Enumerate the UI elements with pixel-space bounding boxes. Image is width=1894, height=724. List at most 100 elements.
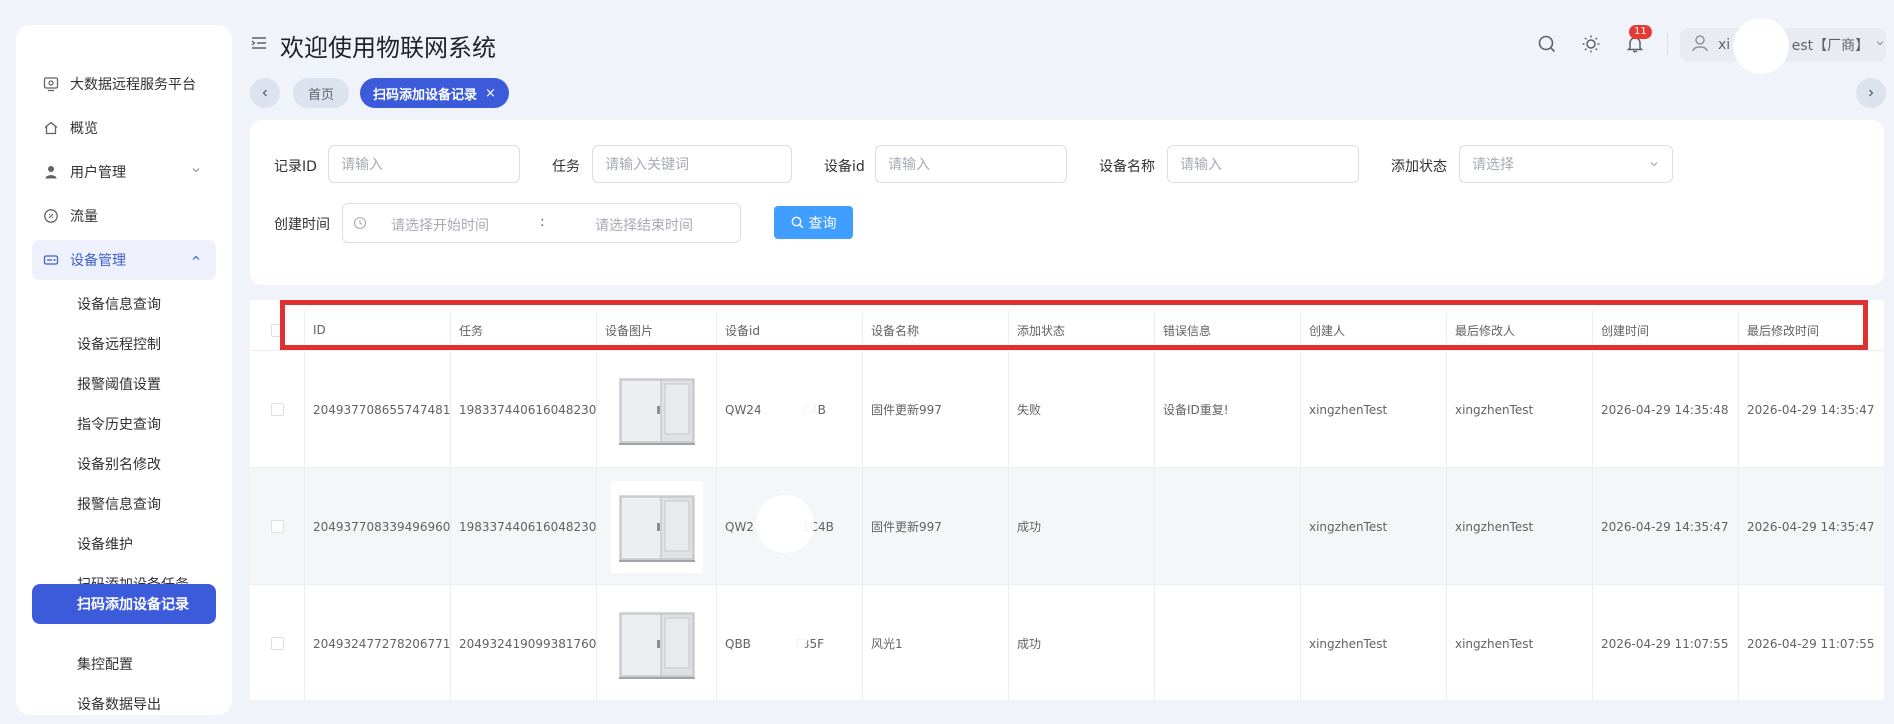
device-id-input[interactable]: 请输入	[875, 145, 1067, 183]
sidebar-subitem-label: 设备别名修改	[77, 457, 161, 473]
cell-error-info	[1155, 468, 1301, 585]
sidebar-subitem-device-alias[interactable]: 设备别名修改	[32, 444, 216, 484]
redaction-mask	[750, 606, 808, 664]
table-row[interactable]: 2049377086557474817 1983374406160482306 …	[250, 350, 1884, 468]
create-time-label: 创建时间	[274, 217, 330, 233]
device-id-part: QW24	[725, 402, 762, 417]
chevron-down-icon	[190, 164, 202, 180]
theme-sun-icon[interactable]	[1579, 32, 1603, 56]
cell-last-modifier: xingzhenTest	[1447, 351, 1593, 468]
sidebar-item-label: 概览	[70, 121, 98, 137]
cell-device-name: 固件更新997	[863, 351, 1009, 468]
device-icon	[42, 251, 60, 269]
sidebar-subitem-label: 设备信息查询	[77, 297, 161, 313]
cell-add-status: 成功	[1009, 468, 1155, 585]
cell-device-name: 固件更新997	[863, 468, 1009, 585]
device-thumbnail[interactable]	[610, 363, 703, 456]
search-icon	[791, 216, 803, 229]
row-select-cell	[250, 351, 305, 468]
device-name-placeholder: 请输入	[1180, 157, 1222, 173]
column-header-task: 任务	[451, 310, 597, 350]
row-checkbox[interactable]	[270, 637, 284, 650]
column-header-id: ID	[305, 310, 451, 350]
add-status-select[interactable]: 请选择	[1459, 145, 1673, 183]
cell-last-modifier: xingzhenTest	[1447, 468, 1593, 585]
column-header-add-status: 添加状态	[1009, 310, 1155, 350]
sidebar-subitem-device-maintenance[interactable]: 设备维护	[32, 524, 216, 564]
row-checkbox[interactable]	[270, 403, 284, 416]
record-id-placeholder: 请输入	[341, 157, 383, 173]
create-time-range-picker[interactable]: 请选择开始时间 : 请选择结束时间	[342, 203, 741, 243]
cell-modified-time: 2026-04-29 11:07:55	[1747, 636, 1875, 651]
row-checkbox[interactable]	[270, 520, 284, 533]
clock-icon	[353, 216, 367, 234]
sidebar-subitem-scan-add-record[interactable]: 扫码添加设备记录	[32, 584, 216, 624]
cell-modified-time: 2026-04-29 14:35:47	[1747, 402, 1875, 417]
cell-created-time: 2026-04-29 14:35:47	[1593, 468, 1739, 585]
sidebar-subitem-central-control-config[interactable]: 集控配置	[32, 644, 216, 684]
device-name-input[interactable]: 请输入	[1167, 145, 1359, 183]
cell-id: 2049377086557474817	[305, 351, 451, 468]
cell-id: 2049324772782067713	[305, 585, 451, 702]
cell-error-info: 设备ID重复!	[1155, 351, 1301, 468]
chevron-down-icon	[1874, 37, 1886, 53]
cell-creator: xingzhenTest	[1301, 468, 1447, 585]
tab-home[interactable]: 首页	[293, 78, 349, 108]
sidebar-subitem-label: 设备维护	[77, 537, 133, 553]
start-time-placeholder: 请选择开始时间	[391, 218, 489, 234]
cell-created-time: 2026-04-29 11:07:55	[1593, 585, 1739, 702]
sidebar-item-bigdata-platform[interactable]: 大数据远程服务平台	[32, 64, 216, 104]
cell-device-name: 风光1	[863, 585, 1009, 702]
device-thumbnail[interactable]	[610, 597, 703, 690]
tab-scan-add-record[interactable]: 扫码添加设备记录 ×	[360, 78, 509, 108]
sidebar-subitem-label: 扫码添加设备记录	[77, 597, 189, 613]
tabs-prev-button[interactable]	[250, 78, 280, 108]
search-icon[interactable]	[1535, 32, 1559, 56]
sidebar: 大数据远程服务平台 概览 用户管理 流量 设备管理 设备信息查询 设备远程控制 …	[16, 25, 232, 715]
sidebar-subitem-device-info-query[interactable]: 设备信息查询	[32, 284, 216, 324]
chevron-down-icon	[1648, 158, 1660, 174]
task-input[interactable]: 请输入关键词	[592, 145, 792, 183]
device-id-placeholder: 请输入	[888, 157, 930, 173]
chevron-up-icon	[190, 252, 202, 268]
device-thumbnail[interactable]	[610, 480, 703, 573]
table-row[interactable]: 2049377083394969601 1983374406160482306 …	[250, 467, 1884, 585]
close-icon[interactable]: ×	[485, 86, 496, 101]
task-label: 任务	[552, 159, 580, 175]
sidebar-subitem-alarm-info-query[interactable]: 报警信息查询	[32, 484, 216, 524]
table-row[interactable]: 2049324772782067713 2049324190993817601 …	[250, 584, 1884, 702]
menu-collapse-icon[interactable]	[250, 34, 268, 56]
query-button[interactable]: 查询	[774, 206, 853, 239]
sidebar-subitem-alarm-threshold[interactable]: 报警阈值设置	[32, 364, 216, 404]
device-id-part: QBB	[725, 636, 751, 651]
row-select-cell	[250, 468, 305, 585]
table-header: ID 任务 设备图片 设备id 设备名称 添加状态 错误信息 创建人 最后修改人…	[250, 310, 1884, 350]
cell-modified-time: 2026-04-29 14:35:47	[1747, 519, 1875, 534]
sidebar-item-traffic[interactable]: 流量	[32, 196, 216, 236]
sidebar-item-overview[interactable]: 概览	[32, 108, 216, 148]
sidebar-subitem-device-remote-control[interactable]: 设备远程控制	[32, 324, 216, 364]
sidebar-subitem-device-data-export[interactable]: 设备数据导出	[32, 684, 216, 724]
column-header-creator: 创建人	[1301, 310, 1447, 350]
record-id-label: 记录ID	[274, 159, 317, 175]
sidebar-item-label: 用户管理	[70, 165, 126, 181]
sidebar-item-user-management[interactable]: 用户管理	[32, 152, 216, 192]
sidebar-item-label: 流量	[70, 209, 98, 225]
monitor-icon	[42, 75, 60, 93]
cell-device-image	[597, 468, 717, 585]
sidebar-subitem-command-history[interactable]: 指令历史查询	[32, 404, 216, 444]
tabs-next-button[interactable]	[1856, 78, 1886, 108]
header-divider	[1667, 33, 1668, 55]
column-header-device-id: 设备id	[717, 310, 863, 350]
column-header-error-info: 错误信息	[1155, 310, 1301, 350]
device-id-part: QW2	[725, 519, 754, 534]
cold-room-image	[618, 611, 695, 679]
select-all-checkbox[interactable]	[270, 323, 284, 337]
record-id-input[interactable]: 请输入	[328, 145, 520, 183]
sidebar-item-device-management[interactable]: 设备管理	[32, 240, 216, 280]
user-icon	[42, 163, 60, 181]
header-select-all[interactable]	[250, 310, 305, 350]
end-time-placeholder: 请选择结束时间	[595, 218, 693, 234]
sidebar-subitem-label: 设备远程控制	[77, 337, 161, 353]
cell-creator: xingzhenTest	[1301, 351, 1447, 468]
